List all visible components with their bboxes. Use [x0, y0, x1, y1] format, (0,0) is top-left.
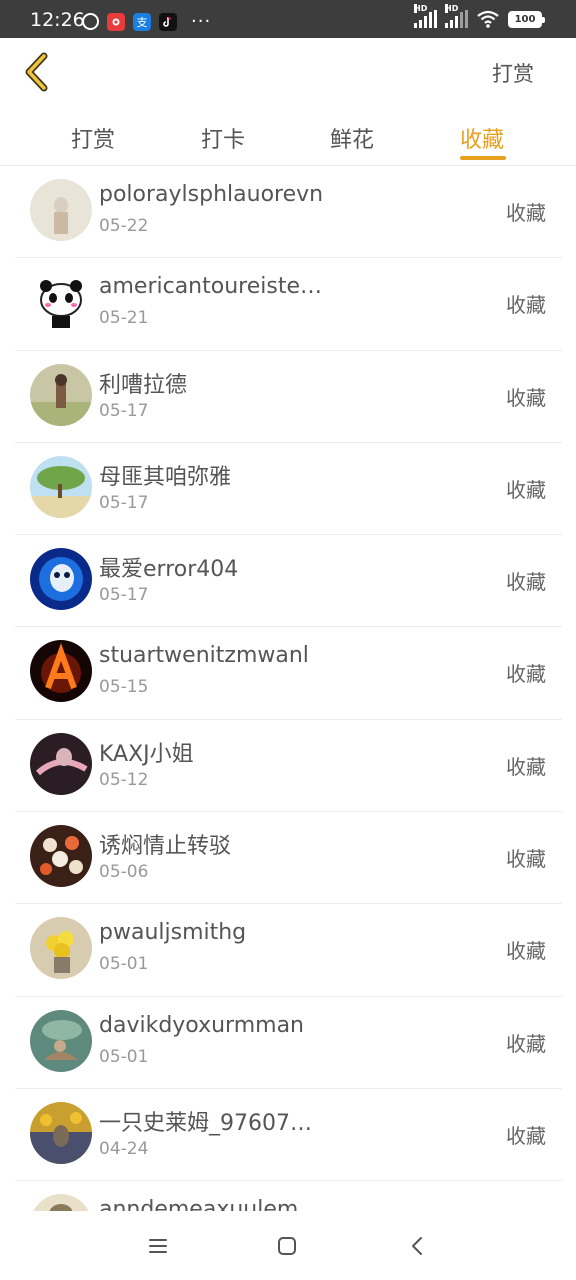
date: 05-01	[99, 1046, 149, 1067]
user-name: 一只史莱姆_97607…	[99, 1110, 312, 1136]
nav-back-button[interactable]	[406, 1234, 430, 1258]
date: 05-17	[99, 585, 149, 606]
red-app-icon	[107, 12, 125, 31]
active-tab-indicator	[460, 156, 506, 160]
favorites-list[interactable]: poloraylsphlauorevn 05-22 收藏 americantou…	[15, 166, 562, 1211]
favorite-label: 收藏	[506, 662, 546, 687]
alipay-icon: 支	[133, 12, 151, 31]
user-name: americantoureiste…	[99, 274, 322, 300]
more-notifications-icon: ···	[191, 11, 212, 32]
battery-icon: 100	[508, 11, 545, 28]
avatar[interactable]	[30, 363, 92, 426]
user-name: 母匪其咱弥雅	[99, 464, 232, 490]
list-item[interactable]: stuartwenitzmwanl 05-15 收藏	[15, 627, 562, 720]
system-nav-bar	[0, 1212, 576, 1280]
status-bar: 12:26 支 ··· HD HD 100	[0, 0, 576, 38]
avatar[interactable]	[30, 917, 92, 980]
date: 05-12	[99, 769, 149, 790]
date: 05-17	[99, 492, 149, 513]
date: 05-15	[99, 677, 149, 698]
chevron-left-icon	[25, 52, 48, 92]
signal-icon: HD	[414, 4, 437, 28]
status-system-icons: HD HD 100	[414, 4, 545, 28]
avatar[interactable]	[30, 455, 92, 518]
date: 04-24	[99, 1138, 149, 1159]
status-notification-icons: 支 ···	[82, 11, 211, 32]
list-item[interactable]: 利嘈拉德 05-17 收藏	[15, 351, 562, 443]
avatar[interactable]	[30, 1009, 92, 1072]
avatar[interactable]	[30, 1194, 92, 1211]
date: 05-22	[99, 216, 149, 236]
user-name: 利嘈拉德	[99, 372, 188, 398]
user-name: 最爱error404	[99, 557, 239, 583]
avatar[interactable]	[30, 548, 92, 611]
list-item[interactable]: anndemeaxuulem	[15, 1181, 562, 1211]
menu-icon	[149, 1239, 167, 1253]
date: 05-01	[99, 954, 149, 975]
avatar[interactable]	[30, 732, 92, 795]
wifi-icon	[477, 10, 499, 28]
tab-tip[interactable]: 打赏	[71, 122, 115, 154]
home-icon	[278, 1237, 296, 1255]
favorite-label: 收藏	[506, 385, 546, 410]
avatar[interactable]	[30, 1101, 92, 1164]
list-item[interactable]: 最爱error404 05-17 收藏	[15, 535, 562, 628]
status-time: 12:26	[30, 9, 85, 31]
favorite-label: 收藏	[506, 754, 546, 779]
favorite-label: 收藏	[506, 1123, 546, 1148]
list-item[interactable]: 一只史莱姆_97607… 04-24 收藏	[15, 1089, 562, 1182]
signal-icon-2: HD	[445, 4, 468, 28]
back-button[interactable]	[20, 52, 52, 92]
list-item[interactable]: 诱焖情止转驳 05-06 收藏	[15, 812, 562, 905]
list-item[interactable]: poloraylsphlauorevn 05-22 收藏	[15, 166, 562, 259]
user-name: anndemeaxuulem	[99, 1197, 299, 1211]
list-item[interactable]: 母匪其咱弥雅 05-17 收藏	[15, 443, 562, 536]
avatar[interactable]	[30, 825, 92, 888]
favorite-label: 收藏	[506, 847, 546, 872]
tiktok-icon	[159, 12, 177, 31]
user-name: stuartwenitzmwanl	[99, 643, 309, 669]
favorite-label: 收藏	[506, 477, 546, 502]
tab-favorites[interactable]: 收藏	[460, 122, 504, 154]
tip-button[interactable]: 打赏	[492, 58, 534, 88]
favorite-label: 收藏	[506, 570, 546, 595]
list-item[interactable]: pwauljsmithg 05-01 收藏	[15, 904, 562, 997]
avatar[interactable]	[30, 271, 92, 334]
user-name: 诱焖情止转驳	[99, 834, 232, 860]
date: 05-17	[99, 400, 149, 421]
alarm-icon	[82, 13, 99, 30]
avatar[interactable]	[30, 179, 92, 241]
tab-flowers[interactable]: 鲜花	[330, 122, 374, 154]
favorite-label: 收藏	[506, 1031, 546, 1056]
list-item[interactable]: americantoureiste… 05-21 收藏	[15, 258, 562, 351]
user-name: davikdyoxurmman	[99, 1012, 304, 1038]
menu-button[interactable]	[146, 1234, 170, 1258]
list-item[interactable]: davikdyoxurmman 05-01 收藏	[15, 997, 562, 1089]
back-icon	[412, 1237, 422, 1255]
user-name: poloraylsphlauorevn	[99, 182, 324, 207]
home-button[interactable]	[275, 1234, 299, 1258]
favorite-label: 收藏	[506, 939, 546, 964]
date: 05-21	[99, 308, 149, 329]
favorite-label: 收藏	[506, 293, 546, 318]
user-name: KAXJ小姐	[99, 741, 194, 767]
tab-bar: 打赏 打卡 鲜花 收藏	[0, 108, 576, 166]
avatar[interactable]	[30, 640, 92, 703]
list-item[interactable]: KAXJ小姐 05-12 收藏	[15, 720, 562, 813]
date: 05-06	[99, 862, 149, 883]
tab-checkin[interactable]: 打卡	[201, 122, 245, 154]
page-header: 打赏	[0, 38, 576, 108]
favorite-label: 收藏	[506, 201, 546, 225]
user-name: pwauljsmithg	[99, 920, 247, 946]
